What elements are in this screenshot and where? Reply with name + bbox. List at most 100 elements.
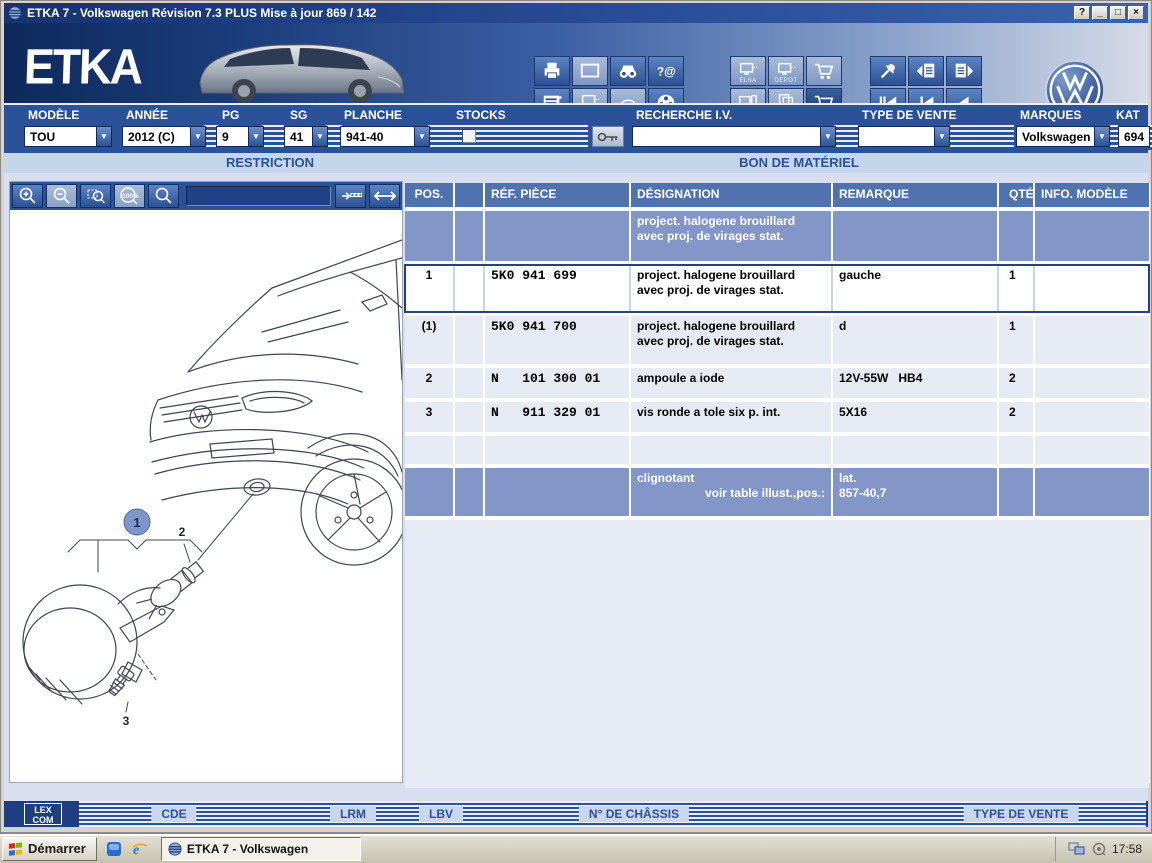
vehicle-info-button[interactable] xyxy=(610,88,646,105)
host-link-button[interactable] xyxy=(730,88,766,105)
pin-button[interactable] xyxy=(870,56,906,86)
film-button[interactable] xyxy=(648,88,684,105)
help-button[interactable]: ? xyxy=(1074,6,1090,20)
chevron-down-icon[interactable]: ▼ xyxy=(248,126,264,147)
stripe-divider xyxy=(1110,125,1118,150)
chevron-down-icon[interactable]: ▼ xyxy=(1094,126,1110,147)
table-row[interactable]: (1) 5K0 941 700 project. halogene brouil… xyxy=(405,316,1149,364)
type-vente-field[interactable]: TYPE DE VENTE xyxy=(964,806,1079,822)
zoom-out-button[interactable] xyxy=(46,184,77,208)
parts-list-button[interactable] xyxy=(534,88,570,105)
server-icon xyxy=(736,92,760,105)
back-button[interactable] xyxy=(908,88,944,105)
zoom-100-icon: 100% xyxy=(117,186,143,206)
callout-2-label[interactable]: 2 xyxy=(179,525,186,539)
previous-button[interactable] xyxy=(946,88,982,105)
taskbar: Démarrer e ETKA 7 - Volkswagen 17:58 xyxy=(0,833,1152,863)
marques-label: MARQUES xyxy=(1020,108,1081,122)
nora-button[interactable]: NORA xyxy=(572,88,608,105)
chevron-down-icon[interactable]: ▼ xyxy=(190,126,206,147)
col-remarque: REMARQUE xyxy=(833,183,999,207)
next-plate-button[interactable] xyxy=(946,56,982,86)
table-row[interactable]: 2 N 101 300 01 ampoule a iode 12V-55W HB… xyxy=(405,368,1149,398)
nav-prev-icon xyxy=(952,92,976,105)
search-icon xyxy=(154,186,174,206)
binoculars-icon xyxy=(616,60,640,82)
previous-plate-button[interactable] xyxy=(908,56,944,86)
stripe-divider xyxy=(428,125,588,150)
chevron-down-icon[interactable]: ▼ xyxy=(934,126,950,147)
app-icon xyxy=(8,6,22,20)
annee-select[interactable]: 2012 (C)▼ xyxy=(122,126,206,147)
close-button[interactable]: × xyxy=(1128,6,1144,20)
taskbar-task-etka[interactable]: ETKA 7 - Volkswagen xyxy=(161,837,361,861)
search-button[interactable] xyxy=(148,184,179,208)
list-icon xyxy=(540,92,564,105)
lrm-field[interactable]: LRM xyxy=(330,806,376,822)
callout-3-label[interactable]: 3 xyxy=(123,714,130,728)
question-at-icon xyxy=(654,60,678,82)
send-to-list-button[interactable] xyxy=(335,184,366,208)
zoom-in-button[interactable] xyxy=(12,184,43,208)
table-row-group[interactable]: project. halogene brouillard avec proj. … xyxy=(405,211,1149,261)
header-band: ETKA NORA ELSA xyxy=(4,23,1148,105)
table-row-empty[interactable] xyxy=(405,436,1149,464)
lbv-field[interactable]: LBV xyxy=(419,806,463,822)
kat-field[interactable]: 694 xyxy=(1118,126,1150,147)
pan-button[interactable] xyxy=(369,184,400,208)
clock: 17:58 xyxy=(1112,842,1142,856)
etka-window: ETKA 7 - Volkswagen Révision 7.3 PLUS Mi… xyxy=(0,0,1152,833)
illustration-panel: 100% xyxy=(9,181,403,783)
technical-drawing[interactable]: 1 2 3 xyxy=(10,210,402,783)
type-vente-select[interactable]: ▼ xyxy=(858,126,950,147)
recherche-select[interactable]: ▼ xyxy=(632,126,836,147)
maximize-button[interactable]: □ xyxy=(1110,6,1126,20)
table-row-group[interactable]: clignotantvoir table illust.,pos.: lat.8… xyxy=(405,468,1149,516)
quick-launch-update-icon[interactable] xyxy=(105,840,123,858)
cde-field[interactable]: CDE xyxy=(151,806,196,822)
stocks-checkbox[interactable] xyxy=(462,129,476,143)
title-bar: ETKA 7 - Volkswagen Révision 7.3 PLUS Mi… xyxy=(4,3,1148,23)
table-row-selected[interactable]: 1 5K0 941 699 project. halogene brouilla… xyxy=(405,265,1149,312)
search-parts-button[interactable] xyxy=(610,56,646,86)
minimize-button[interactable]: _ xyxy=(1092,6,1108,20)
volume-icon[interactable] xyxy=(1092,842,1106,856)
col-pos: POS. xyxy=(405,183,455,207)
network-icon[interactable] xyxy=(1068,842,1086,856)
modele-select[interactable]: TOU▼ xyxy=(24,126,112,147)
planche-select[interactable]: 941-40▼ xyxy=(340,126,430,147)
elsa-button[interactable]: ELSA xyxy=(730,56,766,86)
chassis-field[interactable]: N° DE CHÂSSIS xyxy=(579,806,689,822)
restriction-label: RESTRICTION xyxy=(226,155,314,170)
chevron-down-icon[interactable]: ▼ xyxy=(312,126,328,147)
nav-back-icon xyxy=(914,92,938,105)
nav-first-icon xyxy=(876,92,900,105)
car-info-icon xyxy=(616,92,640,105)
sg-select[interactable]: 41▼ xyxy=(284,126,328,147)
frame-view-button[interactable] xyxy=(572,56,608,86)
first-button[interactable] xyxy=(870,88,906,105)
chevron-down-icon[interactable]: ▼ xyxy=(96,126,112,147)
chevron-down-icon[interactable]: ▼ xyxy=(820,126,836,147)
print-button[interactable] xyxy=(534,56,570,86)
quick-launch-ie-icon[interactable]: e xyxy=(131,840,149,858)
cart-transfer-button[interactable] xyxy=(806,56,842,86)
depot-button[interactable]: DEPOT xyxy=(768,56,804,86)
reel-icon xyxy=(654,92,678,105)
toolbar-group-output: NORA xyxy=(534,56,684,105)
etka-logo: ETKA xyxy=(23,37,142,95)
help-search-button[interactable] xyxy=(648,56,684,86)
marques-select[interactable]: Volkswagen▼ xyxy=(1016,126,1110,147)
chevron-down-icon[interactable]: ▼ xyxy=(414,126,430,147)
zoom-100-button[interactable]: 100% xyxy=(114,184,145,208)
key-icon xyxy=(597,131,619,143)
doc-prev-icon xyxy=(914,60,938,82)
documents-button[interactable] xyxy=(768,88,804,105)
shopping-cart-button[interactable] xyxy=(806,88,842,105)
key-button[interactable] xyxy=(592,126,624,147)
pg-select[interactable]: 9▼ xyxy=(216,126,264,147)
col-designation: DÉSIGNATION xyxy=(631,183,833,207)
zoom-area-button[interactable] xyxy=(80,184,111,208)
table-row[interactable]: 3 N 911 329 01 vis ronde a tole six p. i… xyxy=(405,402,1149,432)
start-button[interactable]: Démarrer xyxy=(2,837,97,861)
